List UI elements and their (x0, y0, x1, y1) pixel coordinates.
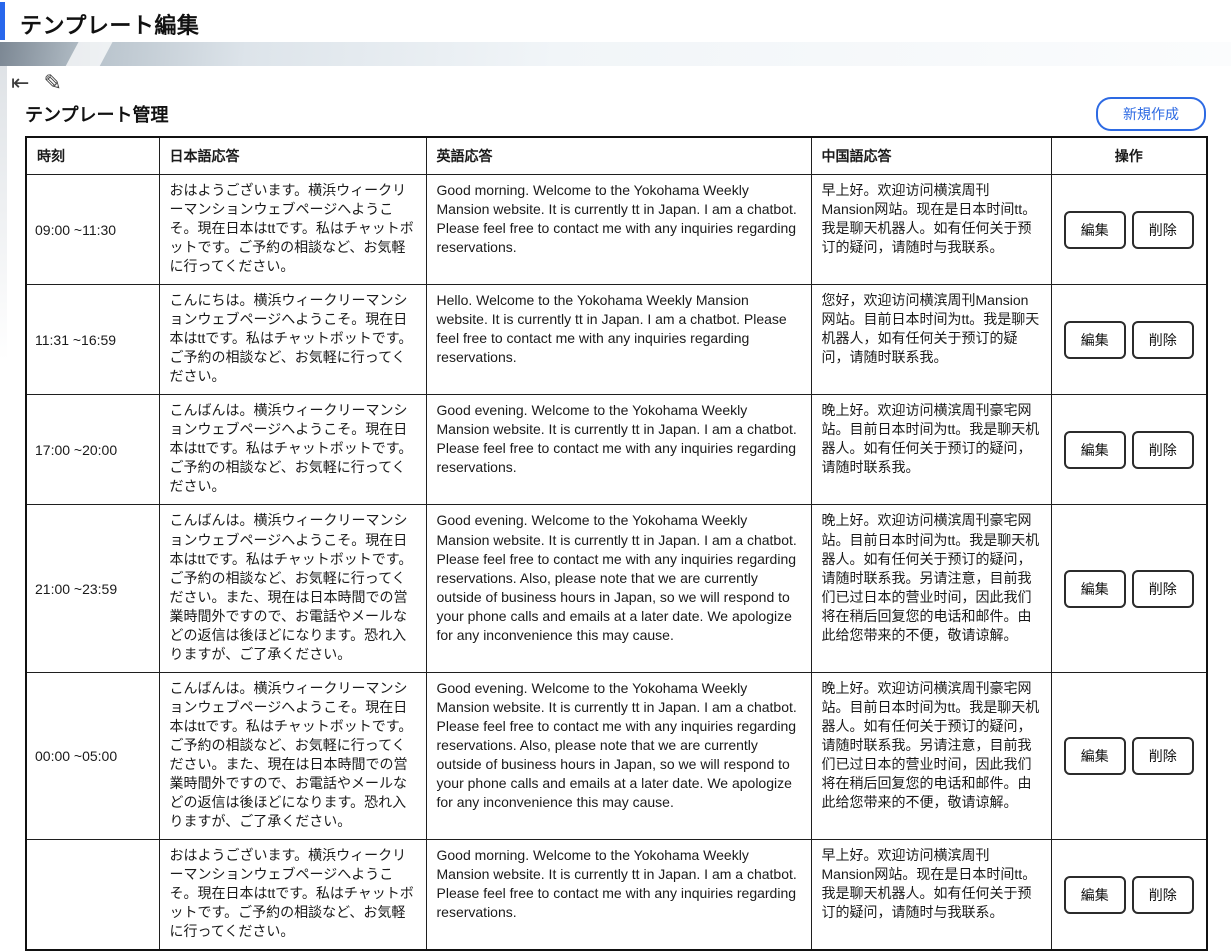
table-row: おはようございます。横浜ウィークリーマンションウェブページへようこそ。現在日本は… (26, 839, 1207, 950)
english-response-cell: Good morning. Welcome to the Yokohama We… (426, 175, 811, 285)
japanese-response-cell: おはようございます。横浜ウィークリーマンションウェブページへようこそ。現在日本は… (159, 175, 426, 285)
time-cell (26, 839, 159, 950)
actions-cell: 編集削除 (1051, 395, 1207, 505)
chinese-response-cell: 晚上好。欢迎访问横滨周刊豪宅网站。目前日本时间为tt。我是聊天机器人。如有任何关… (811, 395, 1051, 505)
table-header: 時刻 日本語応答 英語応答 中国語応答 操作 (26, 137, 1207, 175)
delete-button[interactable]: 削除 (1132, 876, 1194, 914)
edit-button[interactable]: 編集 (1064, 570, 1126, 608)
chinese-response-cell: 早上好。欢迎访问横滨周刊Mansion网站。现在是日本时间tt。我是聊天机器人。… (811, 839, 1051, 950)
table-body: 09:00 ~11:30 おはようございます。横浜ウィークリーマンションウェブペ… (26, 175, 1207, 951)
table-row: 17:00 ~20:00 こんばんは。横浜ウィークリーマンションウェブページへよ… (26, 395, 1207, 505)
edit-button[interactable]: 編集 (1064, 321, 1126, 359)
create-new-button[interactable]: 新規作成 (1096, 97, 1206, 131)
col-header-japanese: 日本語応答 (159, 137, 426, 175)
actions-cell: 編集削除 (1051, 839, 1207, 950)
delete-button[interactable]: 削除 (1132, 321, 1194, 359)
header-accent-bar (0, 2, 5, 40)
edit-button[interactable]: 編集 (1064, 737, 1126, 775)
english-response-cell: Good morning. Welcome to the Yokohama We… (426, 839, 811, 950)
english-response-cell: Hello. Welcome to the Yokohama Weekly Ma… (426, 285, 811, 395)
edit-button[interactable]: 編集 (1064, 431, 1126, 469)
page-title: テンプレート編集 (0, 0, 1231, 40)
edit-icon: ✎ (43, 70, 61, 95)
table-row: 00:00 ~05:00 こんばんは。横浜ウィークリーマンションウェブページへよ… (26, 672, 1207, 839)
actions-cell: 編集削除 (1051, 175, 1207, 285)
table-row: 09:00 ~11:30 おはようございます。横浜ウィークリーマンションウェブペ… (26, 175, 1207, 285)
actions-cell: 編集削除 (1051, 285, 1207, 395)
template-table: 時刻 日本語応答 英語応答 中国語応答 操作 09:00 ~11:30 おはよう… (25, 136, 1208, 951)
japanese-response-cell: こんばんは。横浜ウィークリーマンションウェブページへようこそ。現在日本はttです… (159, 505, 426, 672)
header-row: 時刻 日本語応答 英語応答 中国語応答 操作 (26, 137, 1207, 175)
header-banner-image (0, 42, 1231, 66)
col-header-time: 時刻 (26, 137, 159, 175)
section-header: テンプレート管理 新規作成 (0, 96, 1231, 132)
japanese-response-cell: こんにちは。横浜ウィークリーマンションウェブページへようこそ。現在日本はttです… (159, 285, 426, 395)
english-response-cell: Good evening. Welcome to the Yokohama We… (426, 672, 811, 839)
edit-button[interactable]: 編集 (1064, 211, 1126, 249)
toolbar: ⇤ ✎ (0, 66, 1231, 96)
chinese-response-cell: 晚上好。欢迎访问横滨周刊豪宅网站。目前日本时间为tt。我是聊天机器人。如有任何关… (811, 672, 1051, 839)
delete-button[interactable]: 削除 (1132, 431, 1194, 469)
edit-button[interactable]: 編集 (1064, 876, 1126, 914)
table-row: 21:00 ~23:59 こんばんは。横浜ウィークリーマンションウェブページへよ… (26, 505, 1207, 672)
delete-button[interactable]: 削除 (1132, 570, 1194, 608)
col-header-chinese: 中国語応答 (811, 137, 1051, 175)
actions-cell: 編集削除 (1051, 672, 1207, 839)
col-header-english: 英語応答 (426, 137, 811, 175)
app-header: テンプレート編集 (0, 0, 1231, 42)
time-cell: 21:00 ~23:59 (26, 505, 159, 672)
collapse-panel-button[interactable]: ⇤ (8, 71, 32, 95)
actions-cell: 編集削除 (1051, 505, 1207, 672)
edit-mode-button[interactable]: ✎ (40, 71, 64, 95)
japanese-response-cell: おはようございます。横浜ウィークリーマンションウェブページへようこそ。現在日本は… (159, 839, 426, 950)
chinese-response-cell: 早上好。欢迎访问横滨周刊Mansion网站。现在是日本时间tt。我是聊天机器人。… (811, 175, 1051, 285)
english-response-cell: Good evening. Welcome to the Yokohama We… (426, 395, 811, 505)
time-cell: 09:00 ~11:30 (26, 175, 159, 285)
page: テンプレート編集 ⇤ ✎ テンプレート管理 新規作成 時刻 日本語応答 英語応答… (0, 0, 1231, 951)
japanese-response-cell: こんばんは。横浜ウィークリーマンションウェブページへようこそ。現在日本はttです… (159, 395, 426, 505)
delete-button[interactable]: 削除 (1132, 737, 1194, 775)
chinese-response-cell: 您好，欢迎访问横滨周刊Mansion网站。目前日本时间为tt。我是聊天机器人，如… (811, 285, 1051, 395)
time-cell: 00:00 ~05:00 (26, 672, 159, 839)
time-cell: 11:31 ~16:59 (26, 285, 159, 395)
section-title: テンプレート管理 (25, 101, 168, 127)
table-row: 11:31 ~16:59 こんにちは。横浜ウィークリーマンションウェブページへよ… (26, 285, 1207, 395)
time-cell: 17:00 ~20:00 (26, 395, 159, 505)
collapse-panel-icon: ⇤ (11, 70, 29, 95)
japanese-response-cell: こんばんは。横浜ウィークリーマンションウェブページへようこそ。現在日本はttです… (159, 672, 426, 839)
chinese-response-cell: 晚上好。欢迎访问横滨周刊豪宅网站。目前日本时间为tt。我是聊天机器人。如有任何关… (811, 505, 1051, 672)
delete-button[interactable]: 削除 (1132, 211, 1194, 249)
english-response-cell: Good evening. Welcome to the Yokohama We… (426, 505, 811, 672)
col-header-actions: 操作 (1051, 137, 1207, 175)
